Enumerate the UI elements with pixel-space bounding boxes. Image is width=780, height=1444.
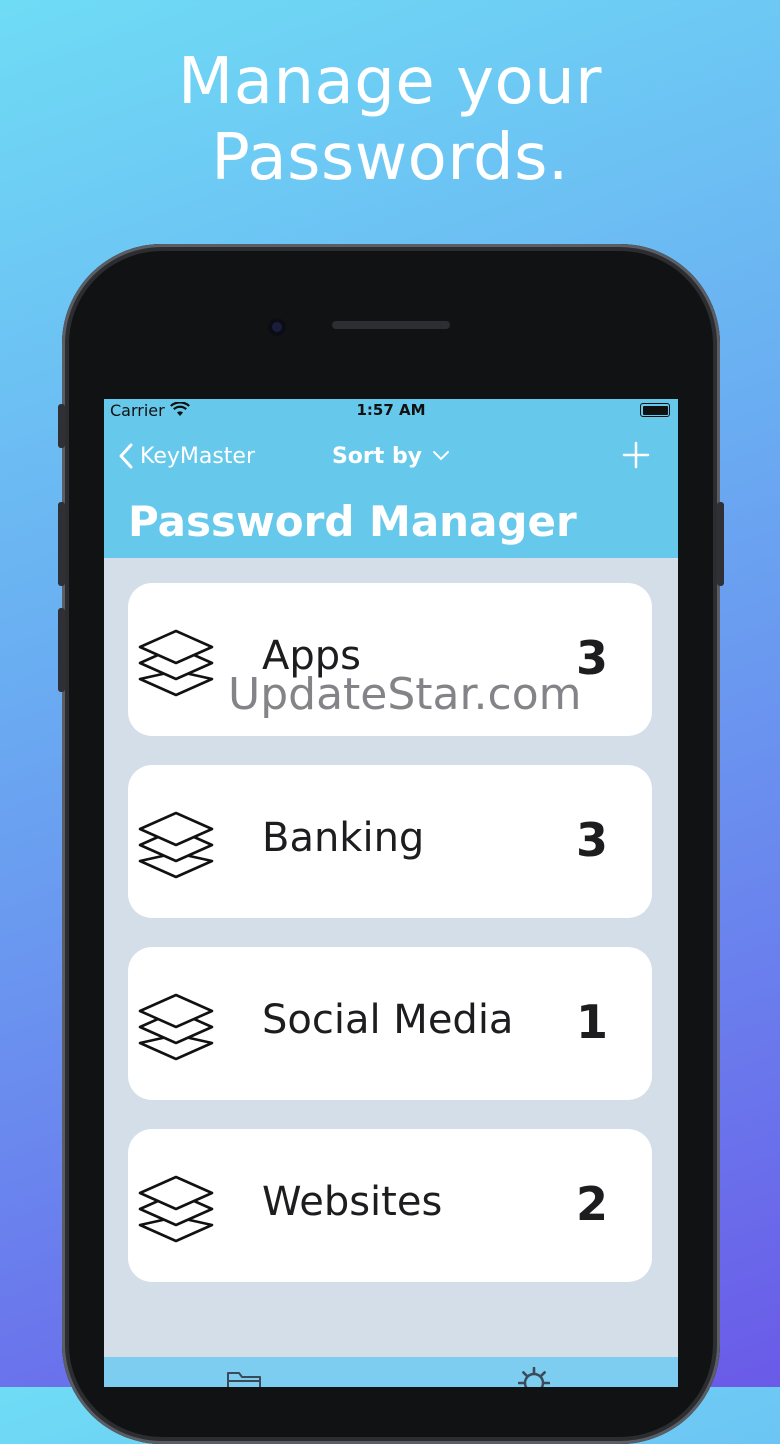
folder-icon[interactable] (226, 1369, 262, 1387)
phone-volume-up (58, 502, 65, 586)
layers-icon (138, 629, 214, 697)
category-item-social-media[interactable]: Social Media 1 (128, 947, 652, 1100)
sort-by-button[interactable]: Sort by (104, 441, 678, 471)
layers-icon (138, 993, 214, 1061)
phone-mute-switch (58, 404, 65, 448)
category-item-banking[interactable]: Banking 3 (128, 765, 652, 918)
battery-icon (640, 403, 670, 417)
category-count: 1 (575, 995, 608, 1049)
front-camera (268, 318, 286, 336)
category-name: Social Media (262, 997, 514, 1043)
category-name: Banking (262, 815, 425, 861)
navigation-bar: KeyMaster Sort by Password Manager (104, 421, 678, 558)
phone-power-button (717, 502, 724, 586)
status-time: 1:57 AM (356, 401, 426, 419)
add-icon[interactable] (622, 441, 650, 469)
category-name: Websites (262, 1179, 443, 1225)
category-item-websites[interactable]: Websites 2 (128, 1129, 652, 1282)
earpiece-speaker (332, 321, 450, 329)
app-screen: Carrier 1:57 AM KeyMaster Sort by Passwo… (104, 399, 678, 1387)
layers-icon (138, 811, 214, 879)
sort-by-label: Sort by (331, 443, 423, 469)
tab-bar (104, 1357, 678, 1387)
phone-volume-down (58, 608, 65, 692)
promo-line-2: Passwords. (211, 121, 569, 195)
promo-headline: Manage your Passwords. (0, 44, 780, 196)
chevron-down-icon (433, 451, 450, 461)
page-title: Password Manager (128, 497, 577, 546)
promo-line-1: Manage your (178, 45, 602, 119)
status-bar: Carrier 1:57 AM (104, 399, 678, 421)
category-count: 2 (575, 1177, 608, 1231)
gear-icon[interactable] (518, 1367, 550, 1387)
watermark: UpdateStar.com (228, 669, 582, 720)
category-count: 3 (575, 813, 608, 867)
layers-icon (138, 1175, 214, 1243)
